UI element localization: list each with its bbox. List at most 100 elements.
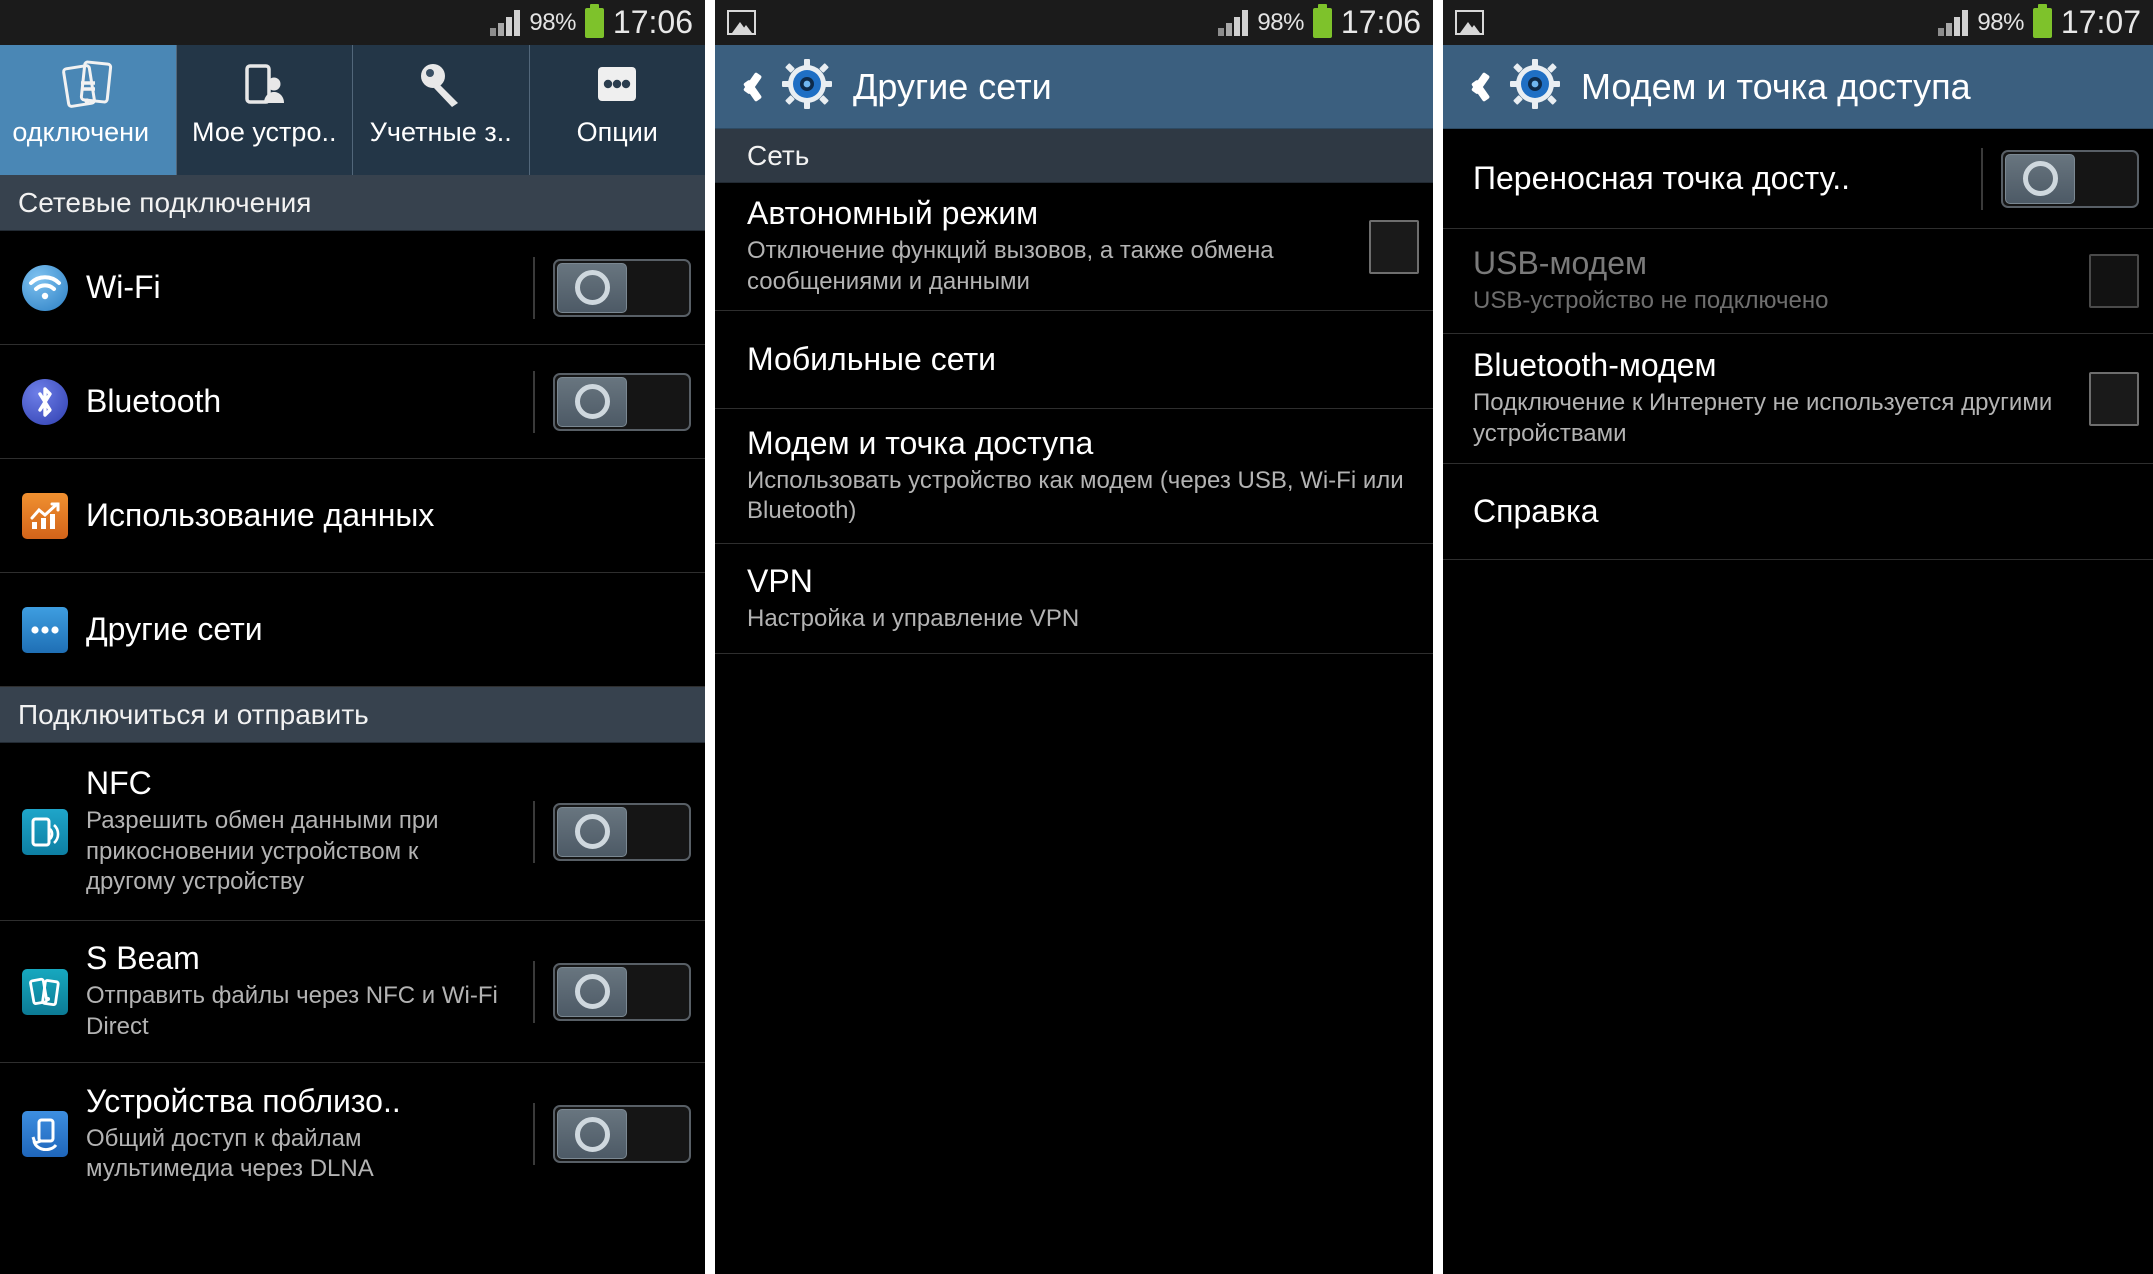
row-bluetooth[interactable]: Bluetooth bbox=[0, 345, 705, 459]
nfc-icon bbox=[14, 808, 76, 855]
row-mobile-networks[interactable]: Мобильные сети bbox=[715, 311, 1433, 409]
portable-hotspot-toggle[interactable] bbox=[2001, 149, 2139, 208]
signal-bars-icon bbox=[1218, 9, 1249, 36]
row-title: Модем и точка доступа bbox=[747, 424, 1094, 461]
section-label: Сетевые подключения bbox=[18, 186, 312, 218]
divider bbox=[533, 800, 535, 863]
panel-separator-2 bbox=[1433, 0, 1443, 1274]
row-subtitle: Настройка и управление VPN bbox=[747, 604, 1080, 632]
row-title: Использование данных bbox=[86, 496, 435, 533]
connections-icon bbox=[61, 57, 115, 113]
row-s-beam[interactable]: S Beam Отправить файлы через NFC и Wi-Fi… bbox=[0, 921, 705, 1063]
s-beam-toggle[interactable] bbox=[553, 962, 691, 1021]
nearby-toggle-cell bbox=[517, 1063, 691, 1205]
row-title: S Beam bbox=[86, 940, 200, 977]
bluetooth-toggle-cell bbox=[517, 345, 691, 458]
settings-tab-bar: одключени Мое устро.. Учетные з.. Опции bbox=[0, 45, 705, 175]
bt-checkbox-cell bbox=[2073, 334, 2139, 463]
status-bar-middle: 98% 17:06 bbox=[715, 0, 1433, 45]
battery-percent: 98% bbox=[529, 8, 576, 36]
tab-label: Опции bbox=[576, 117, 658, 147]
row-subtitle: Подключение к Интернету не используется … bbox=[1473, 389, 2053, 447]
row-subtitle: Использовать устройство как модем (через… bbox=[747, 466, 1404, 525]
s-beam-icon bbox=[14, 968, 76, 1015]
signal-bars-icon bbox=[490, 9, 521, 36]
divider bbox=[1981, 147, 1983, 210]
battery-icon bbox=[1312, 3, 1332, 38]
row-title: Справка bbox=[1473, 492, 1599, 529]
row-title: USB-модем bbox=[1473, 245, 1648, 282]
row-title: Bluetooth bbox=[86, 382, 222, 419]
row-title: Устройства поблизо.. bbox=[86, 1082, 401, 1119]
divider bbox=[533, 1103, 535, 1165]
row-title: Автономный режим bbox=[747, 195, 1039, 232]
row-subtitle: USB-устройство не подключено bbox=[1473, 287, 1829, 315]
my-device-icon bbox=[237, 57, 291, 113]
tab-options[interactable]: Опции bbox=[530, 45, 706, 175]
usb-tethering-checkbox bbox=[2089, 254, 2139, 308]
tab-connections[interactable]: одключени bbox=[0, 45, 177, 175]
s-beam-toggle-cell bbox=[517, 921, 691, 1062]
row-data-usage[interactable]: Использование данных bbox=[0, 459, 705, 573]
back-chevron-icon[interactable] bbox=[741, 68, 761, 106]
row-title: Wi-Fi bbox=[86, 268, 161, 305]
bluetooth-tethering-checkbox[interactable] bbox=[2089, 371, 2139, 426]
nearby-devices-icon bbox=[14, 1111, 76, 1157]
battery-icon bbox=[2032, 3, 2052, 38]
tab-accounts[interactable]: Учетные з.. bbox=[353, 45, 530, 175]
row-airplane-mode[interactable]: Автономный режим Отключение функций вызо… bbox=[715, 183, 1433, 311]
row-title: Другие сети bbox=[86, 610, 263, 647]
airplane-mode-checkbox[interactable] bbox=[1369, 219, 1419, 274]
row-other-networks[interactable]: Другие сети bbox=[0, 573, 705, 687]
picture-icon bbox=[727, 10, 756, 35]
tab-my-device[interactable]: Мое устро.. bbox=[177, 45, 353, 175]
row-title: Мобильные сети bbox=[747, 340, 996, 377]
status-clock: 17:06 bbox=[1340, 4, 1421, 40]
wifi-toggle[interactable] bbox=[553, 258, 691, 317]
row-portable-hotspot[interactable]: Переносная точка досту.. bbox=[1443, 129, 2153, 229]
action-bar-tethering: Модем и точка доступа bbox=[1443, 45, 2153, 129]
nearby-devices-toggle[interactable] bbox=[553, 1105, 691, 1163]
section-label: Сеть bbox=[747, 139, 810, 171]
bluetooth-toggle[interactable] bbox=[553, 372, 691, 431]
section-header-network: Сетевые подключения bbox=[0, 175, 705, 231]
row-vpn[interactable]: VPN Настройка и управление VPN bbox=[715, 544, 1433, 654]
tab-label: Учетные з.. bbox=[369, 117, 512, 147]
row-usb-tethering: USB-модем USB-устройство не подключено bbox=[1443, 229, 2153, 334]
row-subtitle: Отправить файлы через NFC и Wi-Fi Direct bbox=[86, 982, 498, 1040]
nfc-toggle[interactable] bbox=[553, 802, 691, 861]
panel-connections: 98% 17:06 одключени Мое устро.. Учетные … bbox=[0, 0, 705, 1274]
battery-percent: 98% bbox=[1977, 8, 2024, 36]
row-bluetooth-tethering[interactable]: Bluetooth-модем Подключение к Интернету … bbox=[1443, 334, 2153, 464]
picture-icon bbox=[1455, 10, 1484, 35]
row-subtitle: Отключение функций вызовов, а также обме… bbox=[747, 237, 1274, 295]
back-chevron-icon[interactable] bbox=[1469, 68, 1489, 106]
hotspot-toggle-cell bbox=[1965, 129, 2139, 228]
row-title: VPN bbox=[747, 562, 813, 599]
wifi-icon bbox=[14, 264, 76, 311]
row-subtitle: Разрешить обмен данными при прикосновени… bbox=[86, 806, 439, 896]
wifi-toggle-cell bbox=[517, 231, 691, 344]
row-tethering[interactable]: Модем и точка доступа Использовать устро… bbox=[715, 409, 1433, 544]
bluetooth-icon bbox=[14, 378, 76, 425]
page-title: Другие сети bbox=[853, 65, 1052, 107]
nfc-toggle-cell bbox=[517, 743, 691, 920]
battery-icon bbox=[584, 3, 604, 38]
page-title: Модем и точка доступа bbox=[1581, 65, 1971, 107]
row-wifi[interactable]: Wi-Fi bbox=[0, 231, 705, 345]
settings-gear-icon bbox=[781, 58, 833, 115]
row-title: Переносная точка досту.. bbox=[1473, 159, 1851, 196]
row-nearby-devices[interactable]: Устройства поблизо.. Общий доступ к файл… bbox=[0, 1063, 705, 1205]
row-help[interactable]: Справка bbox=[1443, 464, 2153, 560]
settings-gear-icon bbox=[1509, 58, 1561, 115]
divider bbox=[533, 960, 535, 1023]
signal-bars-icon bbox=[1938, 9, 1969, 36]
action-bar-other-networks: Другие сети bbox=[715, 45, 1433, 129]
tab-label: Мое устро.. bbox=[192, 117, 337, 147]
row-subtitle: Общий доступ к файлам мультимедиа через … bbox=[86, 1124, 374, 1183]
usb-checkbox-cell bbox=[2073, 229, 2139, 333]
row-title: Bluetooth-модем bbox=[1473, 347, 1717, 384]
panel-other-networks: 98% 17:06 Другие сети Сеть Автономный ре… bbox=[715, 0, 1433, 1274]
row-nfc[interactable]: NFC Разрешить обмен данными при прикосно… bbox=[0, 743, 705, 921]
tab-label: одключени bbox=[12, 117, 150, 147]
